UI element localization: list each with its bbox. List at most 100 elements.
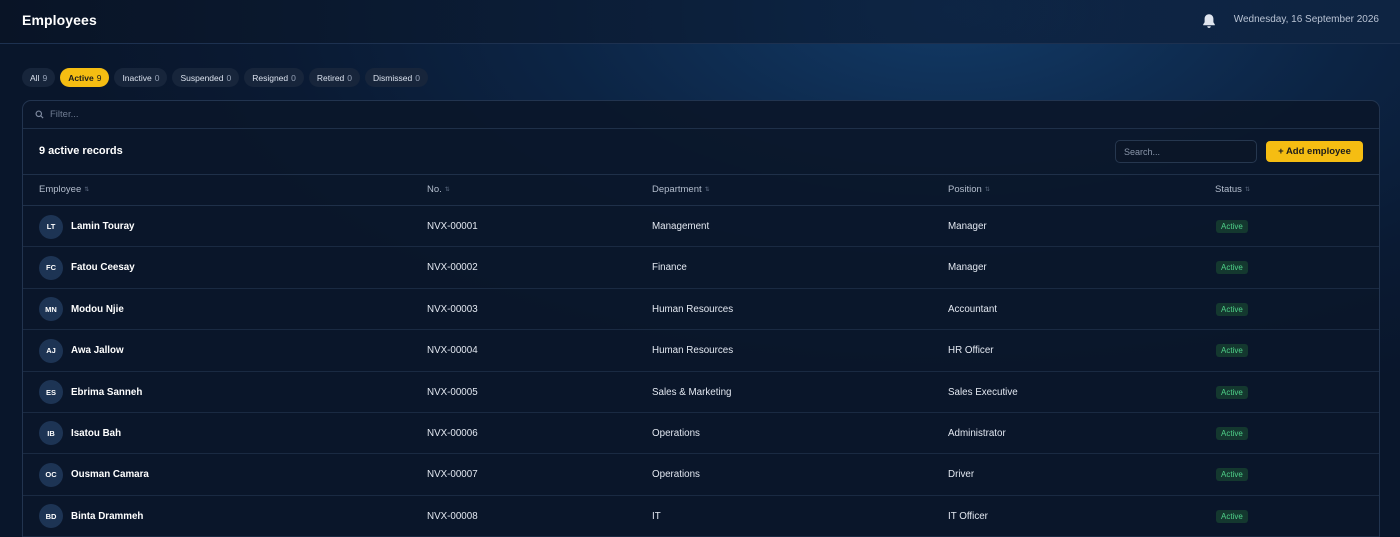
status-badge: Active (1216, 426, 1248, 440)
employee-name[interactable]: Binta Drammeh (71, 511, 143, 522)
department-cell: IT (652, 510, 661, 522)
page-title: Employees (22, 12, 97, 28)
table-row[interactable]: MN Modou Njie NVX-00003 Human Resources Acco… (23, 289, 1379, 331)
position-cell: Driver (948, 469, 975, 481)
column-header-department[interactable]: Department ⇅ (652, 184, 710, 195)
no-cell: NVX-00002 (427, 262, 478, 274)
avatar: ES (39, 380, 63, 405)
sort-icon[interactable]: ⇅ (705, 187, 710, 193)
filter-chip-label: Dismissed (373, 72, 413, 83)
no-cell: NVX-00005 (427, 386, 478, 398)
department-cell: Finance (652, 262, 687, 274)
top-bar: Employees Wednesday, 16 September 2026 (0, 0, 1400, 44)
department-cell: Operations (652, 469, 700, 481)
filter-chip-label: Suspended (180, 72, 224, 83)
avatar: AJ (39, 338, 63, 363)
table-row[interactable]: AJ Awa Jallow NVX-00004 Human Resources HR O… (23, 330, 1379, 372)
department-cell: Management (652, 221, 710, 232)
add-employee-button[interactable]: + Add employee (1266, 141, 1363, 162)
filter-chip-all[interactable]: All 9 (22, 68, 56, 87)
table-row[interactable]: LT Lamin Touray NVX-00001 Management Manager… (23, 206, 1379, 248)
position-cell: Accountant (948, 303, 998, 315)
filter-chip-count: 9 (96, 72, 102, 83)
column-header-label: No. (427, 184, 442, 195)
search-input[interactable] (1115, 140, 1257, 163)
no-cell: NVX-00001 (427, 221, 478, 232)
avatar: IB (39, 421, 63, 446)
filter-chip-label: Active (68, 72, 94, 83)
filter-chip-dismissed[interactable]: Dismissed 0 (365, 68, 428, 87)
filter-chip-count: 0 (347, 72, 353, 83)
filter-chip-inactive[interactable]: Inactive 0 (114, 68, 168, 87)
avatar: OC (39, 462, 63, 487)
status-badge: Active (1216, 302, 1248, 316)
employee-cell: LT Lamin Touray (39, 206, 135, 247)
table-body: LT Lamin Touray NVX-00001 Management Manager… (23, 206, 1379, 537)
column-header-no[interactable]: No. ⇅ (427, 184, 450, 195)
sort-icon[interactable]: ⇅ (1245, 187, 1250, 193)
no-cell: NVX-00004 (427, 345, 478, 357)
department-cell: Human Resources (652, 345, 734, 357)
table-row[interactable]: ES Ebrima Sanneh NVX-00005 Sales & Marketin… (23, 372, 1379, 413)
column-header-employee[interactable]: Employee ⇅ (39, 184, 89, 195)
employee-cell: AJ Awa Jallow (39, 330, 124, 371)
table-row[interactable]: IB Isatou Bah NVX-00006 Operations Administr… (23, 413, 1379, 455)
filter-chip-resigned[interactable]: Resigned 0 (244, 68, 304, 87)
status-filter-tabs: All 9 Active 9 Inactive 0 Suspended 0 Resigned 0 R… (22, 68, 428, 87)
status-badge: Active (1216, 344, 1248, 358)
department-cell: Sales & Marketing (652, 386, 732, 398)
filter-chip-label: All (30, 72, 40, 83)
filter-chip-retired[interactable]: Retired 0 (308, 68, 361, 87)
department-cell: Operations (652, 427, 700, 439)
filter-placeholder[interactable]: Filter... (50, 109, 79, 120)
current-date: Wednesday, 16 September 2026 (1233, 14, 1379, 25)
column-header-status[interactable]: Status ⇅ (1215, 184, 1250, 195)
table-header: Employee ⇅ No. ⇅ Department ⇅ Position ⇅ Status ⇅ (23, 175, 1379, 206)
table-row[interactable]: OC Ousman Camara NVX-00007 Operations Driver… (23, 454, 1379, 496)
status-badge: Active (1216, 509, 1248, 523)
filter-chip-suspended[interactable]: Suspended 0 (172, 68, 240, 87)
sort-icon[interactable]: ⇅ (985, 187, 990, 193)
employee-name[interactable]: Awa Jallow (71, 345, 124, 356)
bell-icon[interactable] (1202, 13, 1216, 29)
sort-icon[interactable]: ⇅ (445, 187, 450, 193)
employee-cell: FC Fatou Ceesay (39, 247, 135, 288)
status-cell: Active (1216, 454, 1248, 495)
department-cell: Human Resources (652, 303, 734, 315)
filter-chip-label: Inactive (122, 72, 152, 83)
filter-chip-active[interactable]: Active 9 (60, 68, 110, 87)
column-header-label: Employee (39, 184, 82, 195)
column-header-label: Status (1215, 184, 1242, 195)
filter-chip-count: 0 (226, 72, 232, 83)
column-header-position[interactable]: Position ⇅ (948, 184, 990, 195)
employees-panel: Filter... 9 active records + Add employe… (22, 100, 1380, 537)
employee-cell: MN Modou Njie (39, 289, 124, 330)
employee-name[interactable]: Isatou Bah (71, 428, 121, 439)
employee-name[interactable]: Modou Njie (71, 304, 124, 315)
status-cell: Active (1216, 289, 1248, 330)
filter-chip-label: Resigned (252, 72, 289, 83)
avatar: BD (39, 504, 63, 529)
employee-cell: IB Isatou Bah (39, 413, 121, 454)
employee-name[interactable]: Lamin Touray (71, 221, 135, 232)
column-header-label: Position (948, 184, 982, 195)
position-cell: HR Officer (948, 345, 994, 357)
position-cell: IT Officer (948, 510, 988, 522)
employee-name[interactable]: Ebrima Sanneh (71, 387, 142, 398)
filter-chip-label: Retired (316, 72, 345, 83)
filter-chip-count: 0 (154, 72, 160, 83)
status-badge: Active (1216, 261, 1248, 275)
table-row[interactable]: FC Fatou Ceesay NVX-00002 Finance Manager Act… (23, 247, 1379, 289)
table-row[interactable]: BD Binta Drammeh NVX-00008 IT IT Officer Acti… (23, 496, 1379, 537)
sort-icon[interactable]: ⇅ (84, 187, 89, 193)
filter-bar[interactable]: Filter... (23, 101, 1379, 129)
employee-name[interactable]: Fatou Ceesay (71, 262, 135, 273)
employee-name[interactable]: Ousman Camara (71, 469, 149, 480)
no-cell: NVX-00006 (427, 427, 478, 439)
status-cell: Active (1216, 413, 1248, 454)
records-count-title: 9 active records (39, 145, 123, 157)
filter-chip-count: 0 (291, 72, 296, 83)
records-toolbar: 9 active records + Add employee (23, 129, 1379, 175)
status-cell: Active (1216, 372, 1248, 413)
status-cell: Active (1216, 247, 1248, 288)
